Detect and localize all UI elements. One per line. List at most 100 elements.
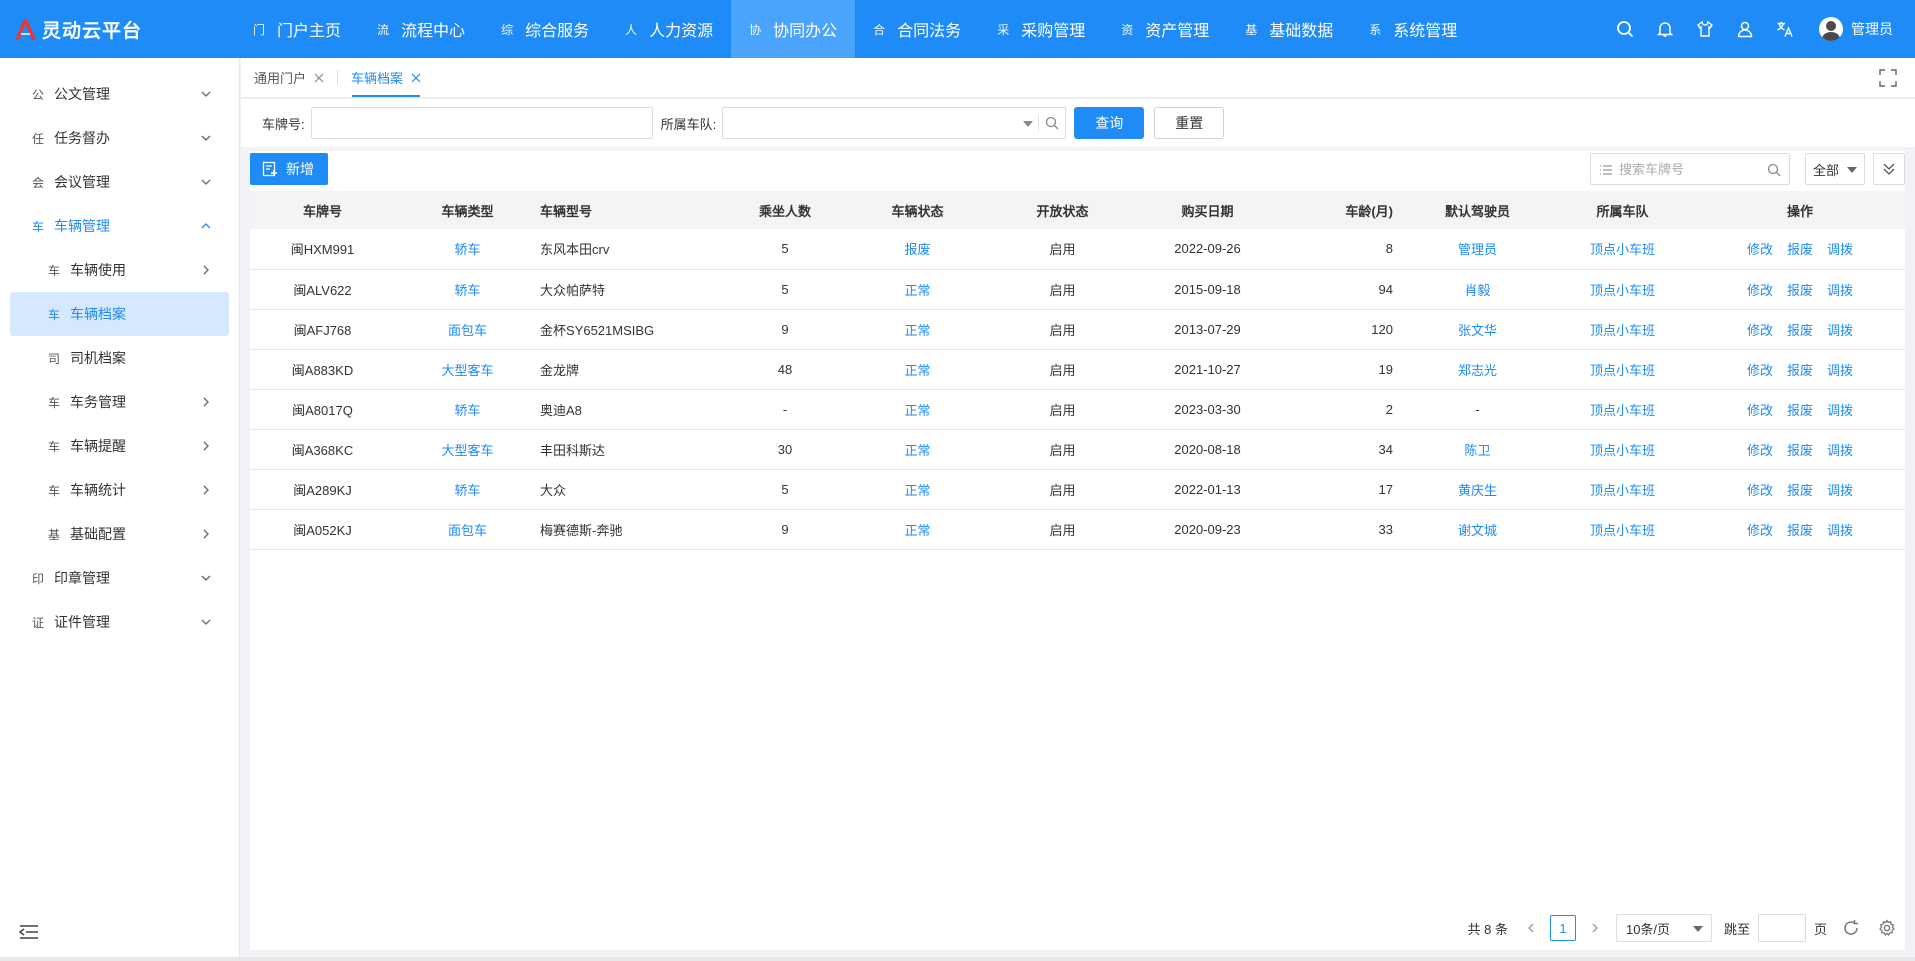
sidebar-item-base-config[interactable]: 基基础配置	[0, 512, 239, 556]
cell-link[interactable]: 顶点小车班	[1590, 443, 1655, 458]
table-cell[interactable]: 陈卫	[1405, 429, 1550, 469]
cell-link[interactable]: 黄庆生	[1458, 483, 1497, 498]
table-cell[interactable]: 张文华	[1405, 309, 1550, 349]
app-logo[interactable]: 灵动云平台	[0, 16, 235, 43]
edit-link[interactable]: 修改	[1747, 239, 1773, 258]
cell-link[interactable]: 顶点小车班	[1590, 323, 1655, 338]
cell-link[interactable]: 轿车	[454, 483, 480, 498]
topnav-item-office[interactable]: 协协同办公	[731, 0, 856, 58]
fullscreen-icon[interactable]	[1879, 69, 1897, 87]
table-cell[interactable]: 正常	[845, 469, 990, 509]
scrap-link[interactable]: 报废	[1787, 280, 1813, 299]
table-cell[interactable]: 顶点小车班	[1550, 389, 1695, 429]
transfer-link[interactable]: 调拨	[1827, 239, 1853, 258]
cell-link[interactable]: 陈卫	[1464, 443, 1490, 458]
search-icon[interactable]	[1767, 163, 1781, 177]
prev-page-icon[interactable]	[1520, 915, 1542, 941]
cell-link[interactable]: 管理员	[1458, 242, 1497, 257]
tab-portal[interactable]: 通用门户	[241, 58, 337, 97]
table-cell[interactable]: 黄庆生	[1405, 469, 1550, 509]
cell-link[interactable]: 大型客车	[441, 443, 493, 458]
edit-link[interactable]: 修改	[1747, 400, 1773, 419]
edit-link[interactable]: 修改	[1747, 480, 1773, 499]
scrap-link[interactable]: 报废	[1787, 480, 1813, 499]
table-cell[interactable]: 顶点小车班	[1550, 509, 1695, 549]
edit-link[interactable]: 修改	[1747, 520, 1773, 539]
sidebar-item-documents[interactable]: 公公文管理	[0, 72, 239, 116]
table-cell[interactable]: 轿车	[395, 269, 540, 309]
sidebar-item-vehicle-reminders[interactable]: 车车辆提醒	[0, 424, 239, 468]
cell-link[interactable]: 顶点小车班	[1590, 242, 1655, 257]
cell-link[interactable]: 正常	[904, 283, 930, 298]
add-vehicle-button[interactable]: 新增	[250, 153, 328, 185]
fleet-select[interactable]	[722, 107, 1067, 139]
collapse-menu-icon[interactable]	[18, 923, 40, 941]
cell-link[interactable]: 顶点小车班	[1590, 483, 1655, 498]
table-cell[interactable]: 轿车	[395, 229, 540, 269]
shirt-icon[interactable]	[1685, 0, 1725, 58]
transfer-link[interactable]: 调拨	[1827, 440, 1853, 459]
topnav-item-portal[interactable]: 门门户主页	[235, 0, 359, 58]
sidebar-item-vehicle-usage[interactable]: 车车辆使用	[0, 248, 239, 292]
cell-link[interactable]: 正常	[904, 403, 930, 418]
cell-link[interactable]: 大型客车	[441, 363, 493, 378]
tab-vehicle-archive[interactable]: 车辆档案	[338, 58, 434, 97]
translate-icon[interactable]	[1765, 0, 1805, 58]
table-cell[interactable]: 正常	[845, 269, 990, 309]
table-cell[interactable]: 肖毅	[1405, 269, 1550, 309]
search-icon[interactable]	[1605, 0, 1645, 58]
close-icon[interactable]	[314, 73, 324, 83]
scrap-link[interactable]: 报废	[1787, 520, 1813, 539]
table-cell[interactable]: 正常	[845, 509, 990, 549]
table-cell[interactable]: 大型客车	[395, 349, 540, 389]
table-cell[interactable]: 顶点小车班	[1550, 429, 1695, 469]
sidebar-item-vehicle-affairs[interactable]: 车车务管理	[0, 380, 239, 424]
topnav-item-workflow[interactable]: 流流程中心	[359, 0, 483, 58]
close-icon[interactable]	[411, 73, 421, 83]
plate-search-input[interactable]	[1619, 158, 1759, 180]
topnav-item-system[interactable]: 系系统管理	[1351, 0, 1475, 58]
table-cell[interactable]: 顶点小车班	[1550, 349, 1695, 389]
sidebar-item-tasks[interactable]: 任任务督办	[0, 116, 239, 160]
transfer-link[interactable]: 调拨	[1827, 360, 1853, 379]
cell-link[interactable]: 顶点小车班	[1590, 363, 1655, 378]
plate-number-input[interactable]	[310, 107, 653, 139]
table-cell[interactable]: 面包车	[395, 509, 540, 549]
table-cell[interactable]: 管理员	[1405, 229, 1550, 269]
table-cell[interactable]: 顶点小车班	[1550, 229, 1695, 269]
cell-link[interactable]: 正常	[904, 483, 930, 498]
transfer-link[interactable]: 调拨	[1827, 280, 1853, 299]
expand-filters-button[interactable]	[1873, 153, 1905, 185]
cell-link[interactable]: 报废	[904, 242, 930, 257]
sidebar-item-vehicles[interactable]: 车车辆管理	[0, 204, 239, 248]
table-cell[interactable]: 大型客车	[395, 429, 540, 469]
topnav-item-services[interactable]: 综综合服务	[483, 0, 607, 58]
cell-link[interactable]: 正常	[904, 363, 930, 378]
reset-button[interactable]: 重置	[1154, 107, 1225, 139]
table-cell[interactable]: 面包车	[395, 309, 540, 349]
cell-link[interactable]: 轿车	[454, 403, 480, 418]
transfer-link[interactable]: 调拨	[1827, 400, 1853, 419]
edit-link[interactable]: 修改	[1747, 440, 1773, 459]
topnav-item-hr[interactable]: 人人力资源	[607, 0, 731, 58]
table-cell[interactable]: 正常	[845, 309, 990, 349]
topnav-item-purchase[interactable]: 采采购管理	[979, 0, 1103, 58]
transfer-link[interactable]: 调拨	[1827, 520, 1853, 539]
query-button[interactable]: 查询	[1074, 107, 1145, 139]
table-cell[interactable]: 顶点小车班	[1550, 309, 1695, 349]
table-cell[interactable]: 正常	[845, 389, 990, 429]
search-icon[interactable]	[1045, 116, 1059, 130]
sidebar-item-meetings[interactable]: 会会议管理	[0, 160, 239, 204]
cell-link[interactable]: 正常	[904, 523, 930, 538]
table-cell[interactable]: 轿车	[395, 469, 540, 509]
sidebar-item-driver-archive[interactable]: 司司机档案	[0, 336, 239, 380]
cell-link[interactable]: 正常	[904, 323, 930, 338]
table-cell[interactable]: 正常	[845, 349, 990, 389]
cell-link[interactable]: 轿车	[454, 242, 480, 257]
user-menu[interactable]: 管理员	[1805, 17, 1915, 41]
user-icon[interactable]	[1725, 0, 1765, 58]
table-cell[interactable]: 郑志光	[1405, 349, 1550, 389]
scrap-link[interactable]: 报废	[1787, 400, 1813, 419]
edit-link[interactable]: 修改	[1747, 360, 1773, 379]
table-cell[interactable]: 轿车	[395, 389, 540, 429]
